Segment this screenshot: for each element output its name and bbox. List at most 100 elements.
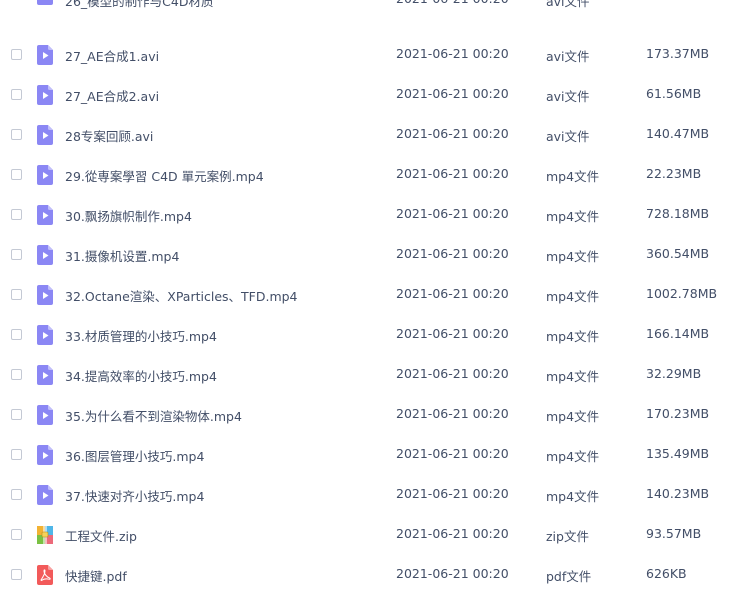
file-row[interactable]: 27_AE合成2.avi 2021-06-21 00:20 avi文件 61.5…	[0, 75, 755, 115]
video-file-icon	[37, 485, 53, 505]
file-size: 173.37MB	[646, 46, 710, 61]
video-file-icon	[37, 45, 53, 65]
row-checkbox[interactable]	[11, 489, 22, 500]
row-checkbox[interactable]	[11, 169, 22, 180]
zip-file-icon	[37, 525, 53, 545]
video-file-icon	[37, 0, 53, 5]
file-name[interactable]: 31.摄像机设置.mp4	[65, 246, 179, 265]
row-checkbox[interactable]	[11, 369, 22, 380]
video-file-icon	[37, 285, 53, 305]
file-modified-date: 2021-06-21 00:20	[396, 0, 509, 6]
video-file-icon	[37, 125, 53, 145]
file-type: mp4文件	[546, 369, 600, 384]
row-checkbox[interactable]	[11, 289, 22, 300]
file-size: 140.47MB	[646, 126, 710, 141]
file-size: 360.54MB	[646, 246, 710, 261]
file-modified-date: 2021-06-21 00:20	[396, 486, 509, 501]
file-row[interactable]: 工程文件.zip 2021-06-21 00:20 zip文件 93.57MB	[0, 515, 755, 555]
file-row[interactable]: 30.飘扬旗帜制作.mp4 2021-06-21 00:20 mp4文件 728…	[0, 195, 755, 235]
video-file-icon	[37, 365, 53, 385]
file-type: avi文件	[546, 49, 590, 64]
file-modified-date: 2021-06-21 00:20	[396, 206, 509, 221]
file-name[interactable]: 32.Octane渲染、XParticles、TFD.mp4	[65, 286, 298, 305]
file-row[interactable]: 34.提高效率的小技巧.mp4 2021-06-21 00:20 mp4文件 3…	[0, 355, 755, 395]
file-type: avi文件	[546, 129, 590, 144]
file-name[interactable]: 快捷键.pdf	[65, 566, 127, 585]
file-name[interactable]: 35.为什么看不到渲染物体.mp4	[65, 406, 242, 425]
row-checkbox[interactable]	[11, 329, 22, 340]
file-row[interactable]: 33.材质管理的小技巧.mp4 2021-06-21 00:20 mp4文件 1…	[0, 315, 755, 355]
file-type: mp4文件	[546, 329, 600, 344]
file-type: avi文件	[546, 0, 590, 9]
file-row[interactable]: 32.Octane渲染、XParticles、TFD.mp4 2021-06-2…	[0, 275, 755, 315]
file-type: avi文件	[546, 89, 590, 104]
file-type: mp4文件	[546, 249, 600, 264]
file-type: mp4文件	[546, 169, 600, 184]
file-size: 22.23MB	[646, 166, 702, 181]
file-type: mp4文件	[546, 449, 600, 464]
file-modified-date: 2021-06-21 00:20	[396, 446, 509, 461]
file-modified-date: 2021-06-21 00:20	[396, 526, 509, 541]
row-checkbox[interactable]	[11, 569, 22, 580]
file-type: mp4文件	[546, 289, 600, 304]
file-name[interactable]: 30.飘扬旗帜制作.mp4	[65, 206, 192, 225]
file-row[interactable]: 35.为什么看不到渲染物体.mp4 2021-06-21 00:20 mp4文件…	[0, 395, 755, 435]
file-modified-date: 2021-06-21 00:20	[396, 406, 509, 421]
file-name[interactable]: 37.快速对齐小技巧.mp4	[65, 486, 204, 505]
file-size: 170.23MB	[646, 406, 710, 421]
file-name[interactable]: 27_AE合成2.avi	[65, 86, 159, 105]
file-list: 26_模型的制作与C4D材质 2021-06-21 00:20 avi文件 27…	[0, 0, 755, 595]
file-modified-date: 2021-06-21 00:20	[396, 366, 509, 381]
row-checkbox[interactable]	[11, 209, 22, 220]
file-name[interactable]: 33.材质管理的小技巧.mp4	[65, 326, 217, 345]
file-row[interactable]: 快捷键.pdf 2021-06-21 00:20 pdf文件 626KB	[0, 555, 755, 595]
row-checkbox[interactable]	[11, 449, 22, 460]
file-row[interactable]: 26_模型的制作与C4D材质 2021-06-21 00:20 avi文件	[0, 0, 755, 35]
file-type: pdf文件	[546, 569, 592, 584]
file-modified-date: 2021-06-21 00:20	[396, 286, 509, 301]
file-row[interactable]: 37.快速对齐小技巧.mp4 2021-06-21 00:20 mp4文件 14…	[0, 475, 755, 515]
file-size: 166.14MB	[646, 326, 710, 341]
file-size: 1002.78MB	[646, 286, 718, 301]
row-checkbox[interactable]	[11, 409, 22, 420]
file-name[interactable]: 29.從専案學習 C4D 單元案例.mp4	[65, 166, 264, 185]
file-modified-date: 2021-06-21 00:20	[396, 126, 509, 141]
file-name[interactable]: 36.图层管理小技巧.mp4	[65, 446, 204, 465]
file-row[interactable]: 27_AE合成1.avi 2021-06-21 00:20 avi文件 173.…	[0, 35, 755, 75]
file-row[interactable]: 29.從専案學習 C4D 單元案例.mp4 2021-06-21 00:20 m…	[0, 155, 755, 195]
file-modified-date: 2021-06-21 00:20	[396, 166, 509, 181]
file-name[interactable]: 28专案回顾.avi	[65, 126, 153, 145]
file-name[interactable]: 34.提高效率的小技巧.mp4	[65, 366, 217, 385]
file-type: mp4文件	[546, 489, 600, 504]
video-file-icon	[37, 405, 53, 425]
file-size: 140.23MB	[646, 486, 710, 501]
video-file-icon	[37, 245, 53, 265]
file-modified-date: 2021-06-21 00:20	[396, 246, 509, 261]
file-modified-date: 2021-06-21 00:20	[396, 86, 509, 101]
file-name[interactable]: 26_模型的制作与C4D材质	[65, 0, 213, 10]
row-checkbox[interactable]	[11, 89, 22, 100]
file-name[interactable]: 工程文件.zip	[65, 526, 137, 545]
file-size: 61.56MB	[646, 86, 702, 101]
file-row[interactable]: 28专案回顾.avi 2021-06-21 00:20 avi文件 140.47…	[0, 115, 755, 155]
video-file-icon	[37, 165, 53, 185]
video-file-icon	[37, 85, 53, 105]
file-size: 32.29MB	[646, 366, 702, 381]
row-checkbox[interactable]	[11, 249, 22, 260]
row-checkbox[interactable]	[11, 129, 22, 140]
file-size: 626KB	[646, 566, 687, 581]
video-file-icon	[37, 205, 53, 225]
file-size: 135.49MB	[646, 446, 710, 461]
file-type: mp4文件	[546, 209, 600, 224]
file-type: mp4文件	[546, 409, 600, 424]
file-size: 93.57MB	[646, 526, 702, 541]
file-name[interactable]: 27_AE合成1.avi	[65, 46, 159, 65]
row-checkbox[interactable]	[11, 49, 22, 60]
file-modified-date: 2021-06-21 00:20	[396, 566, 509, 581]
file-row[interactable]: 31.摄像机设置.mp4 2021-06-21 00:20 mp4文件 360.…	[0, 235, 755, 275]
file-modified-date: 2021-06-21 00:20	[396, 46, 509, 61]
row-checkbox[interactable]	[11, 529, 22, 540]
video-file-icon	[37, 325, 53, 345]
file-type: zip文件	[546, 529, 589, 544]
file-row[interactable]: 36.图层管理小技巧.mp4 2021-06-21 00:20 mp4文件 13…	[0, 435, 755, 475]
